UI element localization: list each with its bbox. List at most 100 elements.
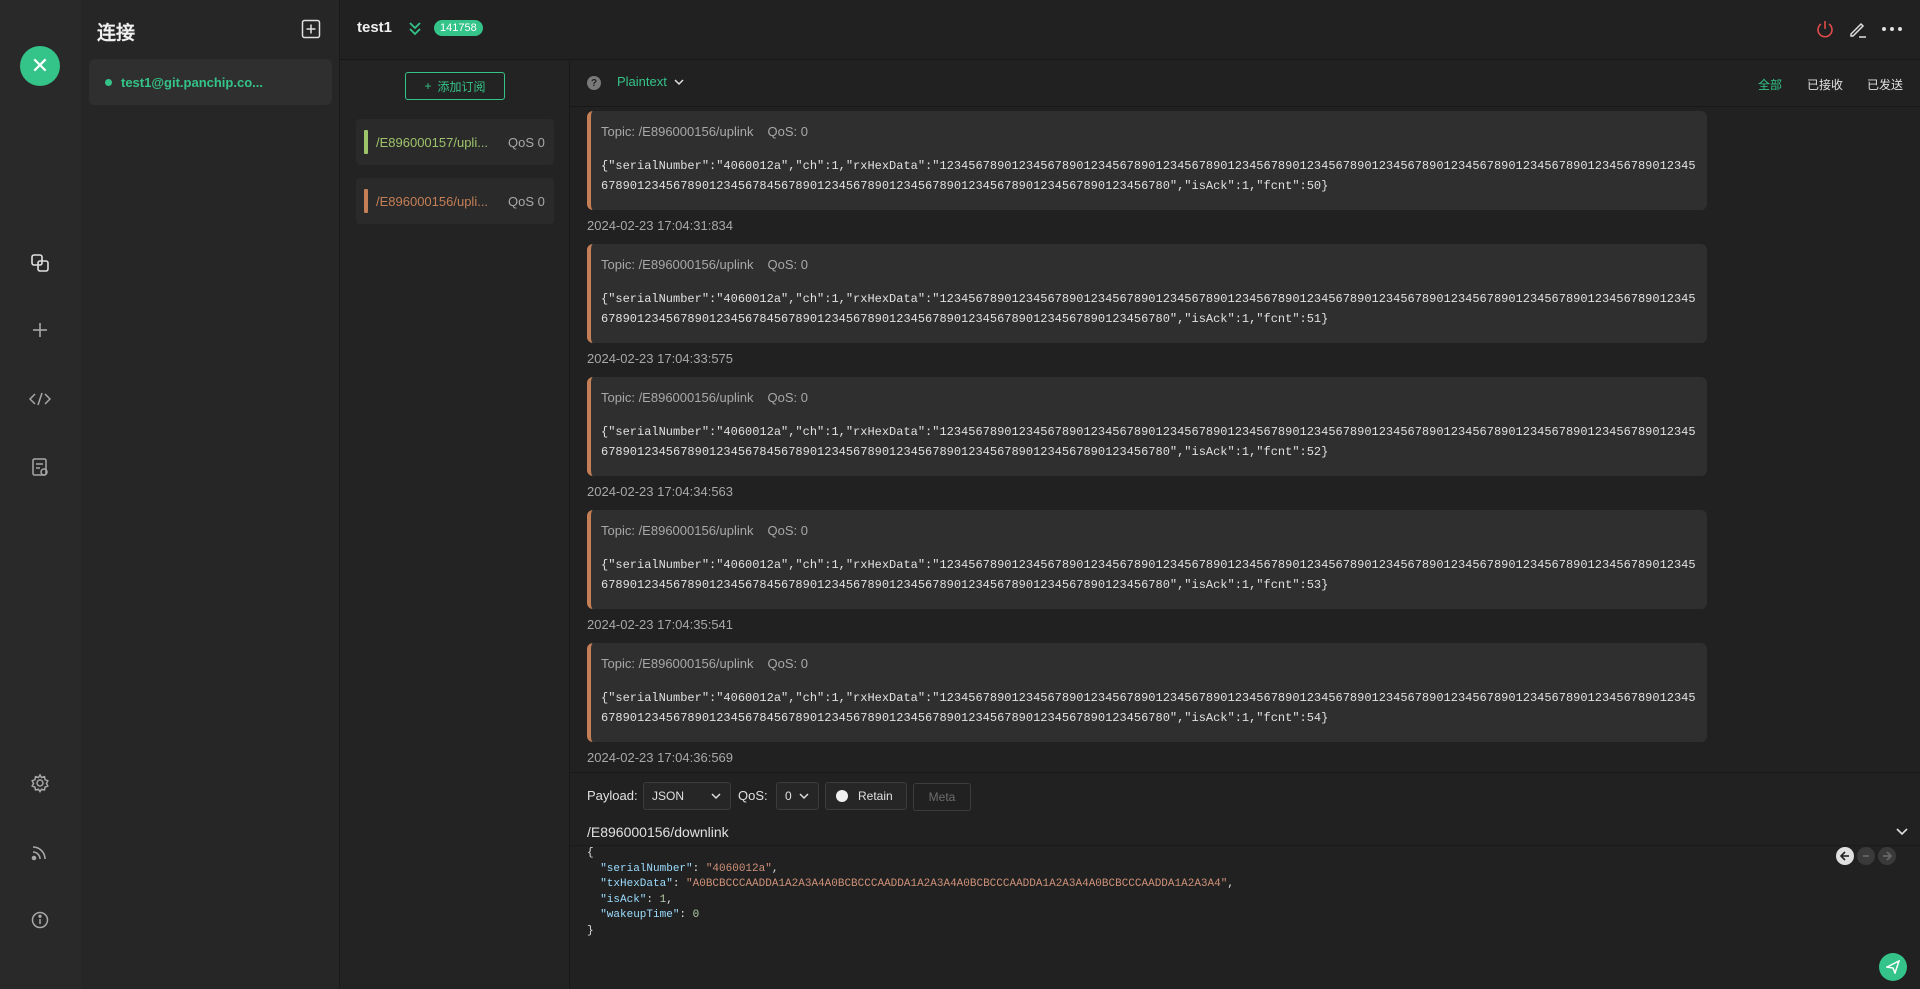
settings-icon[interactable] (24, 767, 56, 799)
publish-topic-row: /E896000156/downlink (570, 816, 1920, 846)
payload-editor[interactable]: { "serialNumber": "4060012a", "txHexData… (587, 846, 1587, 939)
message-card[interactable]: Topic: /E896000156/uplink QoS: 0 {"serial… (587, 111, 1707, 210)
plus-icon: + (424, 79, 432, 93)
add-connection-icon[interactable] (301, 19, 321, 39)
publish-topic-input[interactable]: /E896000156/downlink (587, 824, 729, 840)
message-card[interactable]: Topic: /E896000156/uplink QoS: 0 {"serial… (587, 244, 1707, 343)
message-time: 2024-02-23 17:04:35:541 (587, 617, 734, 632)
editor-line: "isAck": 1, (600, 893, 673, 906)
connection-name: test1@git.panchip.co... (121, 74, 263, 90)
message-payload: {"serialNumber":"4060012a","ch":1,"rxHex… (601, 159, 1696, 193)
message-meta: Topic: /E896000156/uplink QoS: 0 (601, 523, 808, 538)
message-qos: QoS: 0 (767, 656, 808, 671)
format-value: Plaintext (617, 74, 667, 89)
message-meta: Topic: /E896000156/uplink QoS: 0 (601, 656, 808, 671)
message-time: 2024-02-23 17:04:31:834 (587, 218, 734, 233)
message-meta: Topic: /E896000156/uplink QoS: 0 (601, 124, 808, 139)
editor-line: } (587, 924, 594, 937)
subscription-color-bar (364, 130, 368, 154)
send-icon (1886, 960, 1900, 974)
message-toolbar: ? Plaintext 全部 已接收 已发送 (570, 61, 1920, 107)
editor-line: "txHexData": "A0BCBCCCAADDA1A2A3A4A0BCBC… (600, 878, 1234, 890)
message-list[interactable]: Topic: /E896000156/uplink QoS: 0 {"serial… (570, 107, 1920, 772)
subscription-color-bar (364, 189, 368, 213)
retain-toggle[interactable]: Retain (825, 782, 907, 810)
connection-title: test1 (357, 19, 393, 36)
filter-sent[interactable]: 已发送 (1867, 76, 1903, 93)
message-qos: QoS: 0 (767, 390, 808, 405)
connections-title: 连接 (97, 23, 136, 44)
message-payload: {"serialNumber":"4060012a","ch":1,"rxHex… (601, 425, 1696, 459)
qos-label: QoS: (738, 788, 768, 803)
message-payload: {"serialNumber":"4060012a","ch":1,"rxHex… (601, 558, 1696, 592)
subscription-qos: QoS 0 (508, 193, 545, 209)
message-qos: QoS: 0 (767, 124, 808, 139)
message-meta: Topic: /E896000156/uplink QoS: 0 (601, 390, 808, 405)
chevron-down-icon (674, 78, 684, 85)
retain-radio (836, 790, 848, 802)
publish-panel: Payload: JSON QoS: 0 Retain Meta /E89600… (570, 772, 1920, 989)
subscriptions-panel: + 添加订阅 /E896000157/upli... QoS 0 /E89600… (340, 61, 570, 989)
message-payload: {"serialNumber":"4060012a","ch":1,"rxHex… (601, 292, 1696, 326)
subscription-topic: /E896000156/upli... (376, 193, 489, 209)
more-icon[interactable] (1880, 19, 1904, 39)
editor-line: { (587, 847, 594, 859)
send-button[interactable] (1879, 953, 1907, 981)
message-payload: {"serialNumber":"4060012a","ch":1,"rxHex… (601, 691, 1696, 725)
connection-item[interactable]: test1@git.panchip.co... (89, 59, 332, 105)
app-logo[interactable]: ✕ (20, 46, 60, 86)
format-selector[interactable]: Plaintext (617, 74, 685, 89)
subscription-item[interactable]: /E896000156/upli... QoS 0 (356, 178, 554, 224)
message-time: 2024-02-23 17:04:36:569 (587, 750, 734, 765)
subscription-qos: QoS 0 (508, 134, 545, 150)
message-card[interactable]: Topic: /E896000156/uplink QoS: 0 {"serial… (587, 643, 1707, 742)
qos-value: 0 (785, 789, 792, 803)
message-time: 2024-02-23 17:04:34:563 (587, 484, 734, 499)
payload-label: Payload: (587, 788, 638, 803)
connection-header: test1 141758 (340, 0, 1920, 60)
message-qos: QoS: 0 (767, 523, 808, 538)
qos-select[interactable]: 0 (776, 782, 819, 810)
history-clear-icon[interactable] (1857, 847, 1875, 865)
chevron-down-icon[interactable] (1895, 824, 1909, 838)
subscription-feed-icon[interactable] (24, 836, 56, 868)
chevron-down-icon (711, 793, 721, 800)
editor-line: "serialNumber": "4060012a", (600, 862, 779, 875)
message-time: 2024-02-23 17:04:33:575 (587, 351, 734, 366)
log-icon[interactable] (24, 451, 56, 483)
collapse-chevrons-icon[interactable] (406, 19, 424, 37)
message-count-badge: 141758 (434, 20, 483, 36)
subscription-topic: /E896000157/upli... (376, 134, 489, 150)
message-topic: Topic: /E896000156/uplink (601, 523, 754, 538)
connections-panel: 连接 test1@git.panchip.co... (81, 0, 340, 989)
subscription-item[interactable]: /E896000157/upli... QoS 0 (356, 119, 554, 165)
payload-format-value: JSON (652, 789, 685, 803)
disconnect-icon[interactable] (1815, 19, 1835, 39)
history-forward-icon[interactable] (1878, 847, 1896, 865)
meta-button[interactable]: Meta (913, 783, 971, 811)
editor-line: "wakeupTime": 0 (600, 909, 700, 921)
message-topic: Topic: /E896000156/uplink (601, 124, 754, 139)
filter-received[interactable]: 已接收 (1807, 76, 1843, 93)
add-subscription-label: 添加订阅 (437, 79, 486, 94)
script-icon[interactable] (24, 383, 56, 415)
message-card[interactable]: Topic: /E896000156/uplink QoS: 0 {"serial… (587, 510, 1707, 609)
connection-status-dot (105, 78, 112, 86)
about-icon[interactable] (24, 904, 56, 936)
chevron-down-icon (799, 793, 809, 800)
filter-all[interactable]: 全部 (1758, 76, 1782, 93)
new-connection-icon[interactable] (24, 314, 56, 346)
message-topic: Topic: /E896000156/uplink (601, 390, 754, 405)
connections-icon[interactable] (24, 247, 56, 279)
app-nav: ✕ (0, 0, 81, 989)
help-icon[interactable]: ? (587, 76, 601, 90)
message-topic: Topic: /E896000156/uplink (601, 656, 754, 671)
message-card[interactable]: Topic: /E896000156/uplink QoS: 0 {"serial… (587, 377, 1707, 476)
payload-format-select[interactable]: JSON (643, 782, 731, 810)
retain-label: Retain (858, 789, 893, 803)
add-subscription-button[interactable]: + 添加订阅 (405, 72, 505, 100)
message-qos: QoS: 0 (767, 257, 808, 272)
edit-icon[interactable] (1848, 19, 1868, 39)
message-meta: Topic: /E896000156/uplink QoS: 0 (601, 257, 808, 272)
history-back-icon[interactable] (1836, 847, 1854, 865)
